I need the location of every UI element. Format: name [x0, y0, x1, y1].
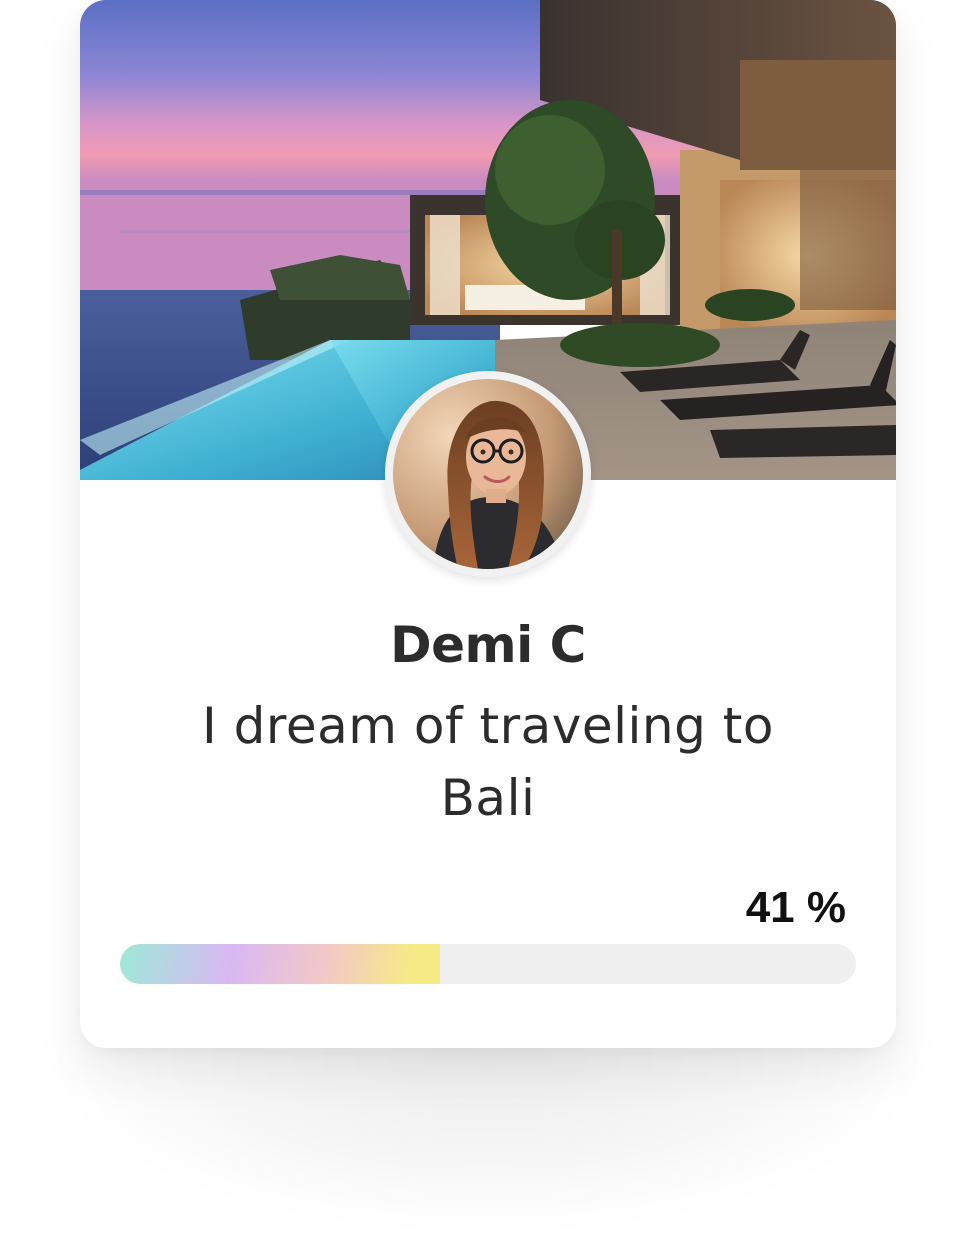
progress-percent: 41 %	[745, 883, 846, 932]
dream-tagline: I dream of traveling to Bali	[202, 697, 774, 827]
progress-track	[120, 944, 856, 984]
avatar[interactable]	[393, 379, 583, 569]
progress-fill	[120, 944, 441, 984]
avatar-ring	[385, 371, 591, 577]
profile-goal-card: Demi C I dream of traveling to Bali 41 %	[80, 0, 896, 1048]
user-name: Demi C	[390, 616, 586, 674]
